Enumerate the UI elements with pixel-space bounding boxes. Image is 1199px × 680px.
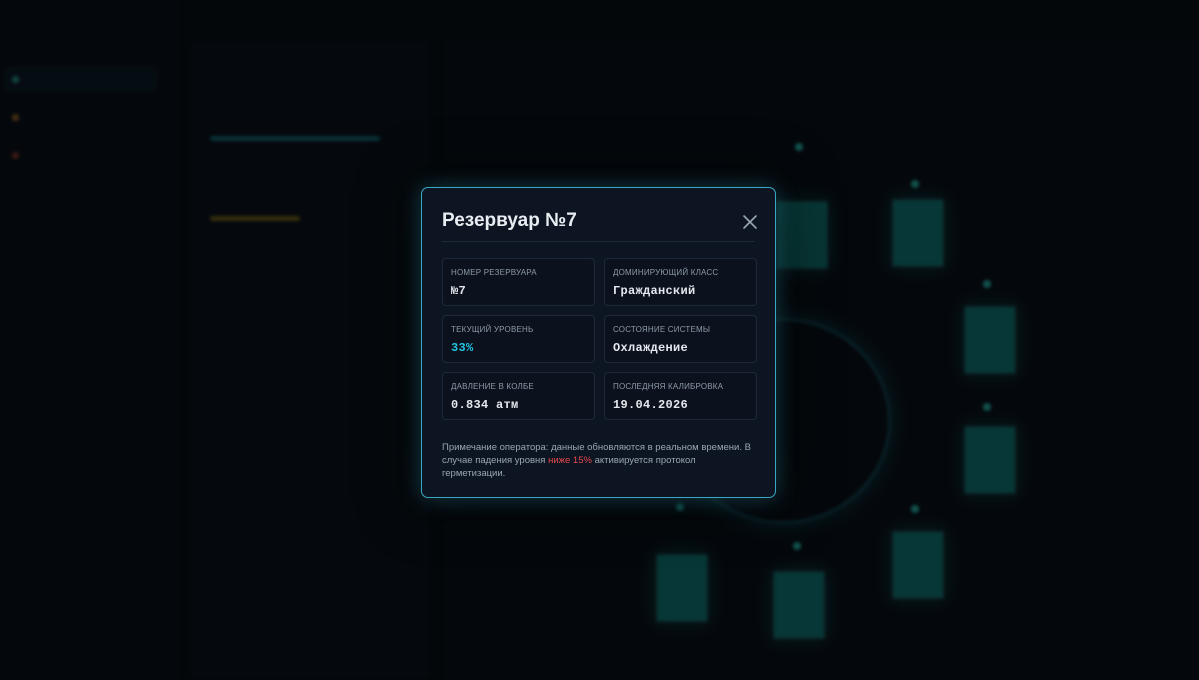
field-value: 0.834 атм	[451, 398, 519, 412]
field-value: №7	[451, 284, 467, 298]
field-value: Охлаждение	[613, 341, 689, 355]
field-system-state: Состояние системы Охлаждение	[604, 315, 757, 363]
field-value: 33%	[451, 341, 474, 355]
field-label: Давление в колбе	[451, 382, 534, 391]
close-icon	[743, 215, 757, 229]
note-warning: ниже 15%	[548, 455, 592, 466]
field-label: Номер резервуара	[451, 268, 537, 277]
modal-divider	[442, 241, 755, 242]
field-tank-number: Номер резервуара №7	[442, 258, 595, 306]
field-last-calibration: Последняя калибровка 19.04.2026	[604, 372, 757, 420]
field-label: Текущий уровень	[451, 325, 534, 334]
field-flask-pressure: Давление в колбе 0.834 атм	[442, 372, 595, 420]
field-current-level: Текущий уровень 33%	[442, 315, 595, 363]
details-grid: Номер резервуара №7 Доминирующий класс Г…	[442, 258, 757, 420]
tank-details-modal: Резервуар №7 Номер резервуара №7 Доминир…	[421, 187, 776, 498]
close-button[interactable]	[739, 211, 761, 233]
field-label: Состояние системы	[613, 325, 711, 334]
field-label: Доминирующий класс	[613, 268, 719, 277]
modal-title: Резервуар №7	[442, 210, 577, 231]
field-value: 19.04.2026	[613, 398, 689, 412]
field-value: Гражданский	[613, 284, 696, 298]
field-label: Последняя калибровка	[613, 382, 724, 391]
operator-note: Примечание оператора: данные обновляются…	[442, 441, 760, 480]
field-dominant-class: Доминирующий класс Гражданский	[604, 258, 757, 306]
